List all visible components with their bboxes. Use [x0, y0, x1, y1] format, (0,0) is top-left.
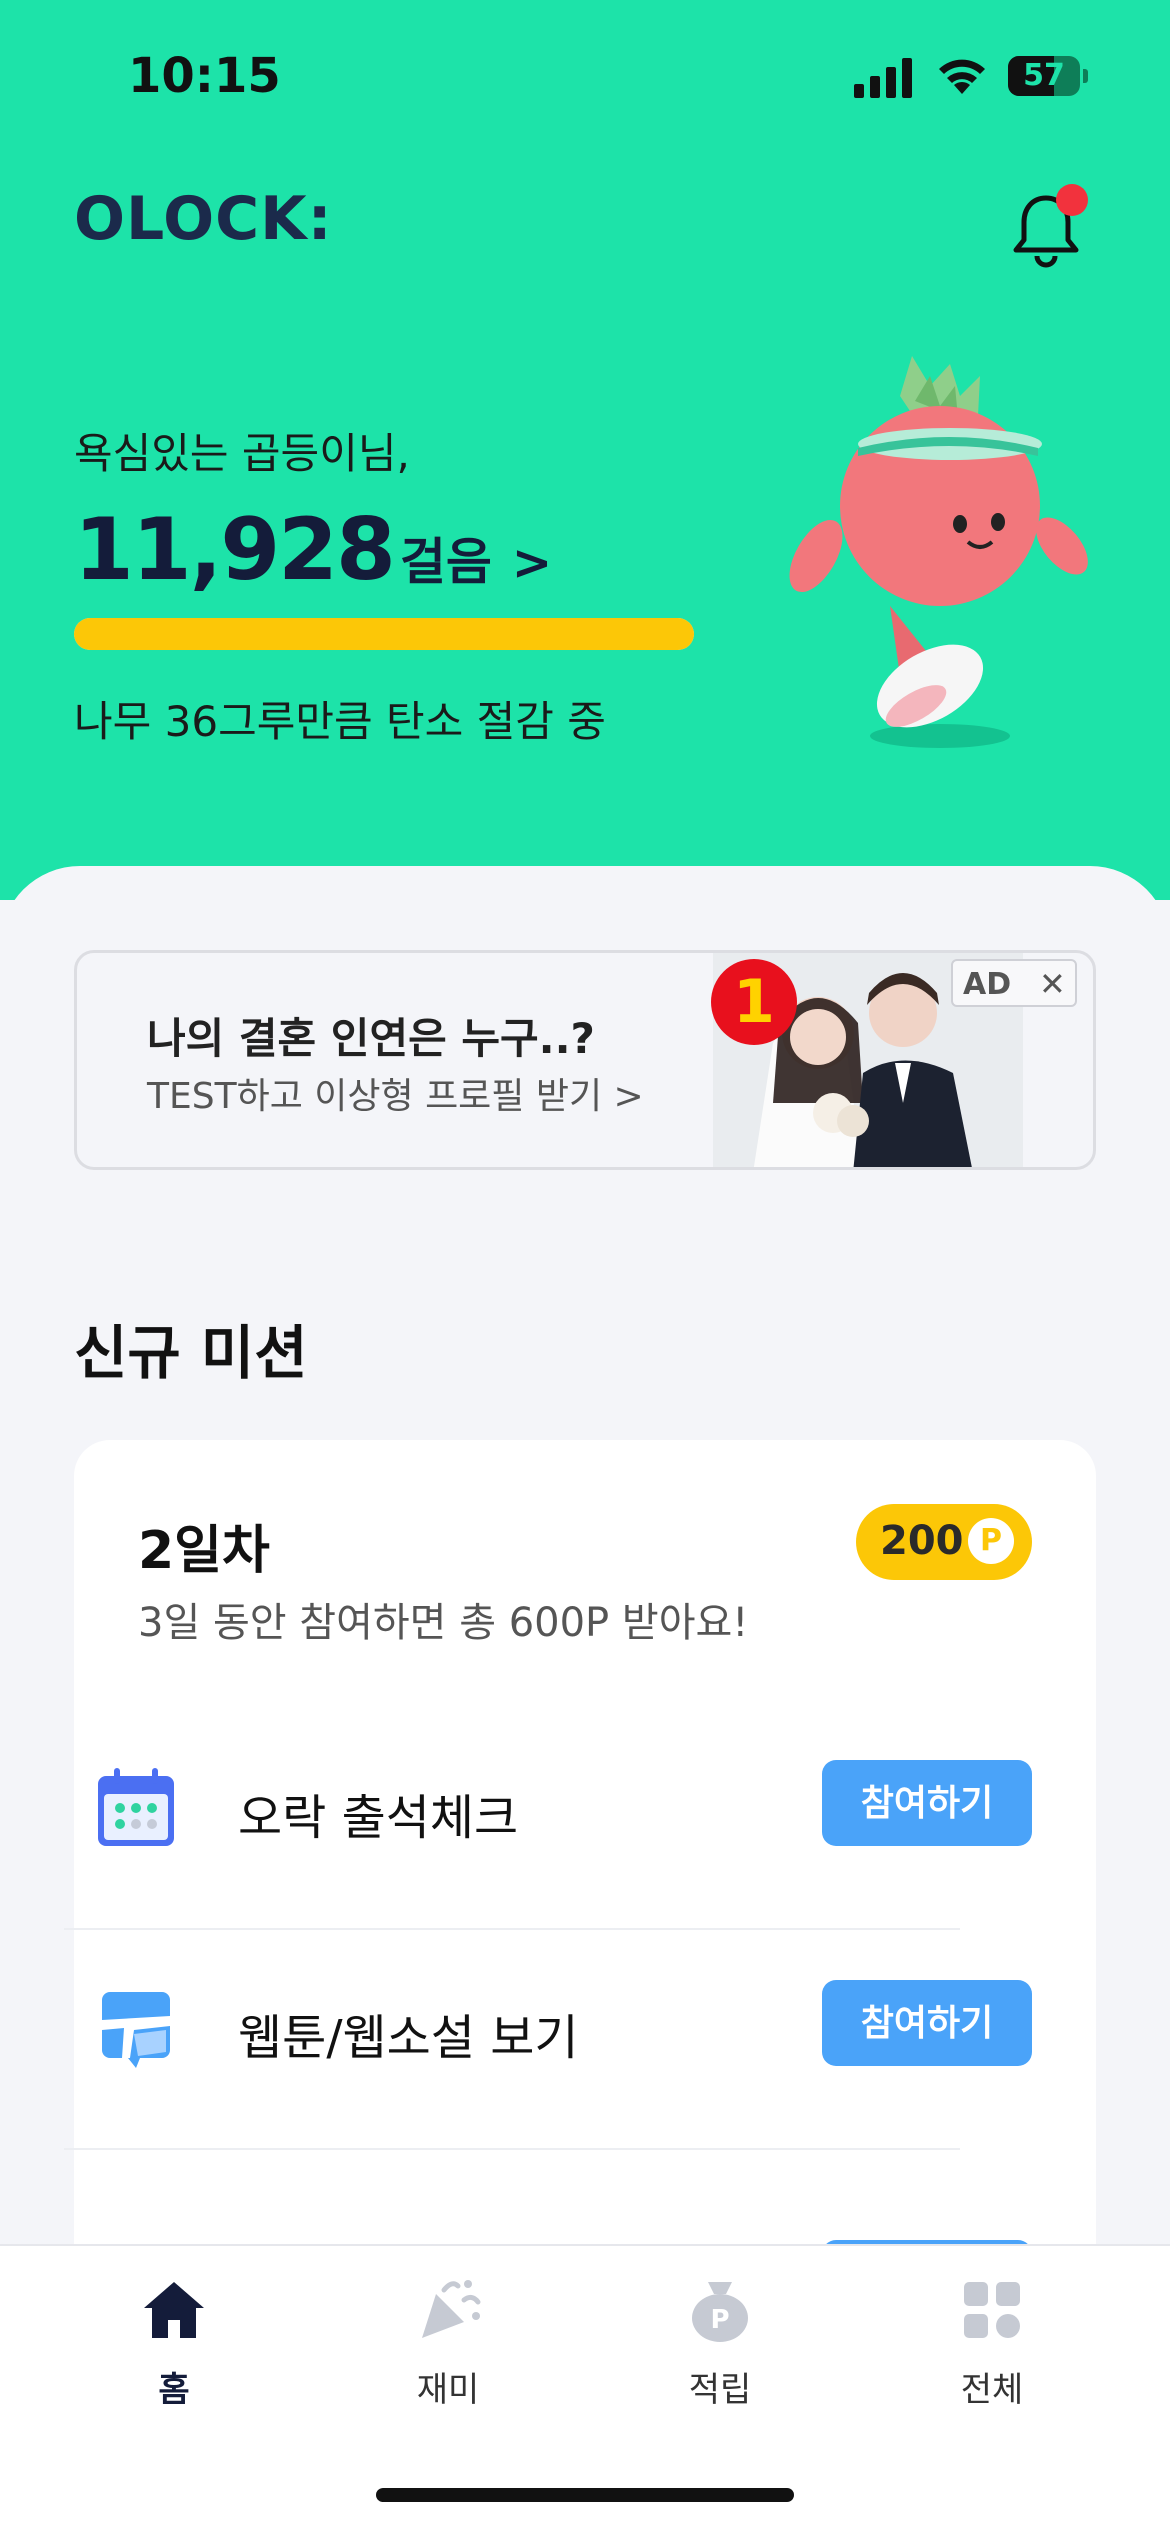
step-progress-bar — [74, 618, 694, 650]
chevron-right-icon: > — [511, 535, 553, 591]
ad-label[interactable]: AD ✕ — [951, 959, 1077, 1007]
step-unit: 걸음 — [399, 533, 492, 591]
ad-tag-text: AD — [963, 967, 1012, 1002]
greeting-text: 욕심있는 곱등이님, — [74, 429, 410, 478]
tab-fun[interactable]: 재미 — [348, 2276, 548, 2410]
step-count: 11,928 — [74, 500, 396, 600]
tab-home[interactable]: 홈 — [74, 2276, 274, 2410]
home-icon — [144, 2282, 204, 2338]
walking-mascot-image — [789, 356, 1088, 748]
status-time: 10:15 — [128, 48, 281, 104]
home-indicator[interactable] — [376, 2488, 794, 2502]
join-button[interactable]: 참여하기 — [822, 1980, 1032, 2066]
ad-subtitle: TEST하고 이상형 프로필 받기 > — [147, 1076, 644, 1117]
calendar-icon — [98, 1768, 174, 1846]
hero-header: 10:15 57 OLOCK: 욕심있는 곱등이님, 11,928 걸음 > 나… — [0, 0, 1170, 900]
mission-item-webtoon[interactable]: 웹툰/웹소설 보기 참여하기 — [64, 1930, 1032, 2150]
step-progress-fill — [74, 618, 694, 650]
mission-label: 오락 출석체크 — [238, 1790, 519, 1846]
mission-description: 3일 동안 참여하면 총 600P 받아요! — [138, 1600, 749, 1646]
webtoon-icon — [102, 1992, 170, 2068]
status-bar: 10:15 57 — [0, 48, 1170, 108]
party-popper-icon — [422, 2280, 481, 2338]
tab-rewards[interactable]: P 적립 — [620, 2276, 820, 2410]
points-value: 200 — [880, 1518, 964, 1564]
money-bag-icon: P — [692, 2282, 748, 2342]
step-count-link[interactable]: 11,928 걸음 > — [74, 500, 553, 600]
grid-icon — [964, 2282, 1020, 2338]
wifi-icon — [939, 59, 985, 94]
mission-item-attendance[interactable]: 오락 출석체크 참여하기 — [64, 1710, 1032, 1930]
ad-title: 나의 결혼 인연은 누구..? — [147, 1014, 595, 1063]
tab-label: 전체 — [960, 2370, 1024, 2410]
svg-text:P: P — [710, 2305, 729, 2335]
tab-label: 적립 — [688, 2370, 752, 2410]
battery-level: 57 — [1023, 58, 1065, 93]
ad-banner[interactable]: 나의 결혼 인연은 누구..? TEST하고 이상형 프로필 받기 > 1 AD… — [74, 950, 1096, 1170]
cellular-signal-icon — [854, 58, 912, 98]
tab-label: 홈 — [158, 2370, 190, 2410]
app-screen: 10:15 57 OLOCK: 욕심있는 곱등이님, 11,928 걸음 > 나… — [0, 0, 1170, 2532]
mission-day: 2일차 — [138, 1521, 270, 1581]
points-badge: 200 P — [856, 1504, 1032, 1580]
section-title-new-missions: 신규 미션 — [74, 1319, 308, 1387]
join-button[interactable]: 참여하기 — [822, 1760, 1032, 1846]
battery-icon: 57 — [1008, 56, 1088, 96]
notification-badge — [1056, 184, 1088, 216]
tab-label: 재미 — [416, 2370, 480, 2410]
app-logo: OLOCK: — [74, 184, 333, 254]
tab-all[interactable]: 전체 — [892, 2276, 1092, 2410]
mission-label: 웹툰/웹소설 보기 — [238, 2010, 579, 2066]
carbon-saving-text: 나무 36그루만큼 탄소 절감 중 — [74, 697, 606, 746]
ad-close-icon[interactable]: ✕ — [1039, 965, 1066, 1003]
rank-badge: 1 — [711, 959, 797, 1045]
point-coin-icon: P — [968, 1518, 1014, 1564]
